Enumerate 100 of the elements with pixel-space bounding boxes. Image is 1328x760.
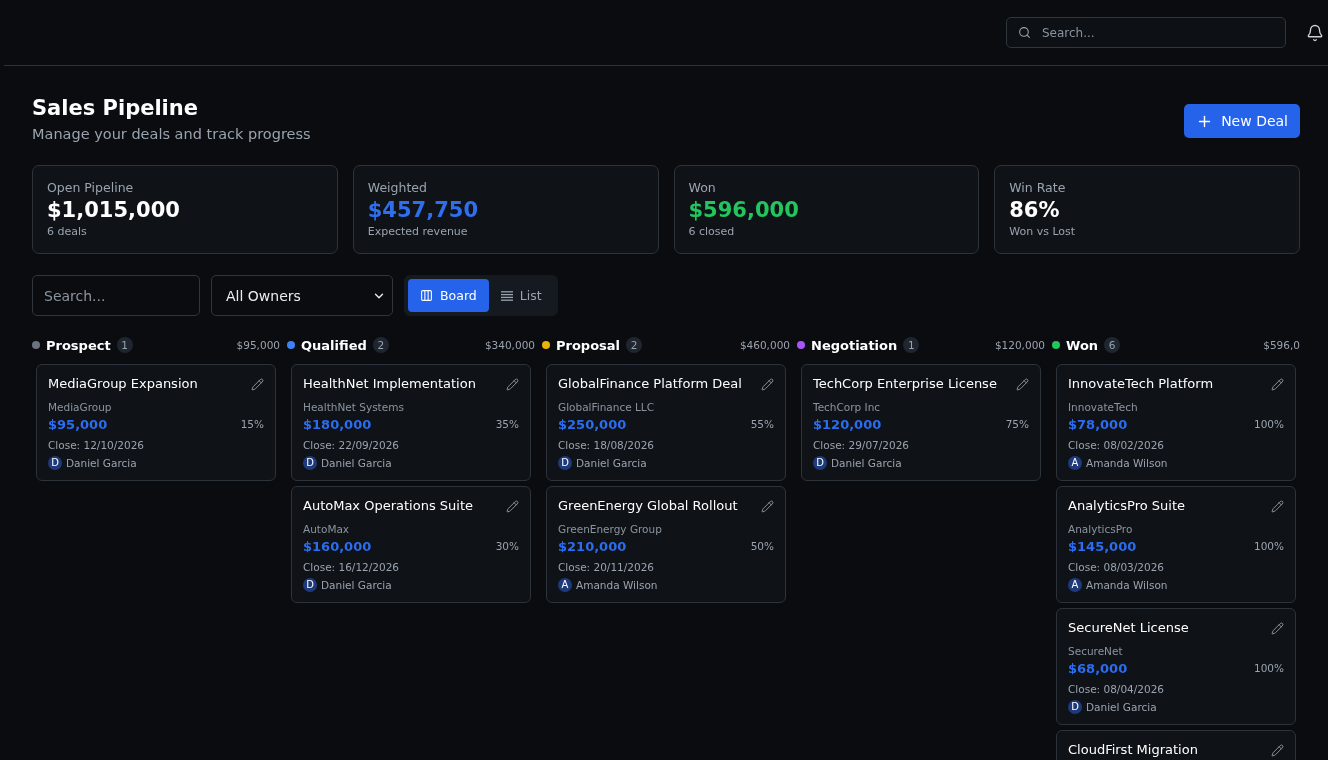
close-date: Close: 12/10/2026 xyxy=(48,438,145,453)
stat-value: 86% xyxy=(1009,197,1060,224)
deal-card[interactable]: CloudFirst Migration xyxy=(1056,730,1296,760)
deal-title: AutoMax Operations Suite xyxy=(303,498,473,513)
column-total: $95,000 xyxy=(236,339,280,351)
deal-title: InnovateTech Platform xyxy=(1068,376,1214,391)
deal-amount: $250,000 xyxy=(558,416,627,432)
owner-avatar: A xyxy=(1068,456,1082,470)
owner-select[interactable]: All Owners xyxy=(211,275,393,316)
pencil-icon[interactable] xyxy=(1271,744,1284,757)
stat-note: Expected revenue xyxy=(367,224,468,239)
count-badge: 6 xyxy=(1104,337,1121,353)
deal-card[interactable]: TechCorp Enterprise License TechCorp Inc $120,000 75% Close: 29/07/2026 D Daniel Garcia xyxy=(801,364,1041,481)
stat-note: 6 deals xyxy=(47,224,87,239)
deal-card[interactable]: SecureNet License SecureNet $68,000 100% Close: 08/04/2026 D Daniel Garcia xyxy=(1056,608,1296,725)
deal-card[interactable]: HealthNet Implementation HealthNet Systems $180,000 35% Close: 22/09/2026 D Daniel Garcia xyxy=(291,364,531,481)
stat-note: 6 closed xyxy=(688,224,735,239)
deal-probability: 100% xyxy=(1253,540,1284,552)
stat-label: Weighted xyxy=(367,179,427,197)
deal-amount: $210,000 xyxy=(558,538,627,554)
deal-probability: 35% xyxy=(495,418,519,430)
pencil-icon[interactable] xyxy=(1271,622,1284,635)
owner-name: Daniel Garcia xyxy=(831,457,902,469)
deal-title: GlobalFinance Platform Deal xyxy=(558,376,742,391)
deal-card[interactable]: InnovateTech Platform InnovateTech $78,000 100% Close: 08/02/2026 A Amanda Wilson xyxy=(1056,364,1296,481)
deal-probability: 100% xyxy=(1253,662,1284,674)
deal-probability: 50% xyxy=(750,540,774,552)
search-field[interactable]: Search... xyxy=(1006,17,1286,48)
deal-amount: $68,000 xyxy=(1068,660,1128,676)
deal-card[interactable]: GlobalFinance Platform Deal GlobalFinance LLC $250,000 55% Close: 18/08/2026 D Daniel Garcia xyxy=(546,364,786,481)
close-date: Close: 18/08/2026 xyxy=(558,438,655,453)
deal-amount: $180,000 xyxy=(303,416,372,432)
deal-amount: $160,000 xyxy=(303,538,372,554)
owner-avatar: D xyxy=(558,456,572,470)
company-name: AnalyticsPro xyxy=(1068,522,1134,537)
search-icon xyxy=(1018,26,1031,39)
stat-note: Won vs Lost xyxy=(1009,224,1076,239)
deal-amount: $120,000 xyxy=(813,416,882,432)
close-date: Close: 20/11/2026 xyxy=(558,560,655,575)
stat-value: $1,015,000 xyxy=(47,197,180,224)
owner-avatar: D xyxy=(303,456,317,470)
deal-title: HealthNet Implementation xyxy=(303,376,476,391)
column-total: $596,0 xyxy=(1263,339,1300,351)
deal-title: SecureNet License xyxy=(1068,620,1189,635)
count-badge: 2 xyxy=(372,337,389,353)
pencil-icon[interactable] xyxy=(251,378,264,391)
owner-name: Amanda Wilson xyxy=(576,579,658,591)
deal-card[interactable]: MediaGroup Expansion MediaGroup $95,000 15% Close: 12/10/2026 D Daniel Garcia xyxy=(36,364,276,481)
column-title: Proposal xyxy=(556,337,621,353)
owner-name: Daniel Garcia xyxy=(321,579,392,591)
deal-card[interactable]: AnalyticsPro Suite AnalyticsPro $145,000 100% Close: 08/03/2026 A Amanda Wilson xyxy=(1056,486,1296,603)
deal-title: TechCorp Enterprise License xyxy=(813,376,997,391)
search-field[interactable]: Search... xyxy=(32,275,200,316)
page-subtitle: Manage your deals and track progress xyxy=(32,125,311,144)
company-name: MediaGroup xyxy=(48,400,113,415)
company-name: InnovateTech xyxy=(1068,400,1139,415)
owner-name: Daniel Garcia xyxy=(321,457,392,469)
pencil-icon[interactable] xyxy=(1271,378,1284,391)
stat-label: Won xyxy=(688,179,716,197)
owner-name: Daniel Garcia xyxy=(1086,701,1157,713)
deal-probability: 75% xyxy=(1005,418,1029,430)
view-toggle-button[interactable]: Board xyxy=(408,279,489,312)
deal-amount: $145,000 xyxy=(1068,538,1137,554)
company-name: GreenEnergy Group xyxy=(558,522,663,537)
column-total: $340,000 xyxy=(484,339,535,351)
close-date: Close: 08/03/2026 xyxy=(1068,560,1165,575)
company-name: AutoMax xyxy=(303,522,351,537)
close-date: Close: 16/12/2026 xyxy=(303,560,400,575)
new-deal-button[interactable]: New Deal xyxy=(1184,104,1300,138)
pencil-icon[interactable] xyxy=(761,500,774,513)
stat-label: Win Rate xyxy=(1009,179,1066,197)
owner-avatar: D xyxy=(1068,700,1082,714)
column-total: $460,000 xyxy=(739,339,790,351)
count-badge: 1 xyxy=(116,337,133,353)
deal-card[interactable]: GreenEnergy Global Rollout GreenEnergy Group $210,000 50% Close: 20/11/2026 A Amanda Wilson xyxy=(546,486,786,603)
page-title: Sales Pipeline xyxy=(32,95,199,122)
view-toggle-button[interactable]: List xyxy=(488,279,554,312)
deal-probability: 55% xyxy=(750,418,774,430)
company-name: GlobalFinance LLC xyxy=(558,400,656,415)
close-date: Close: 08/02/2026 xyxy=(1068,438,1165,453)
pencil-icon[interactable] xyxy=(1016,378,1029,391)
pencil-icon[interactable] xyxy=(506,500,519,513)
notification-bell-icon[interactable] xyxy=(1306,23,1324,42)
close-date: Close: 22/09/2026 xyxy=(303,438,400,453)
stat-value: $596,000 xyxy=(688,197,799,224)
pencil-icon[interactable] xyxy=(1271,500,1284,513)
owner-name: Daniel Garcia xyxy=(576,457,647,469)
column-title: Prospect xyxy=(46,337,111,353)
deal-card[interactable]: AutoMax Operations Suite AutoMax $160,000 30% Close: 16/12/2026 D Daniel Garcia xyxy=(291,486,531,603)
count-badge: 2 xyxy=(626,337,643,353)
pencil-icon[interactable] xyxy=(506,378,519,391)
owner-avatar: D xyxy=(813,456,827,470)
pencil-icon[interactable] xyxy=(761,378,774,391)
company-name: TechCorp Inc xyxy=(813,400,882,415)
owner-name: Amanda Wilson xyxy=(1086,579,1168,591)
stat-label: Open Pipeline xyxy=(47,179,134,197)
deal-probability: 30% xyxy=(495,540,519,552)
close-date: Close: 08/04/2026 xyxy=(1068,682,1165,697)
deal-amount: $95,000 xyxy=(48,416,108,432)
column-total: $120,000 xyxy=(994,339,1045,351)
